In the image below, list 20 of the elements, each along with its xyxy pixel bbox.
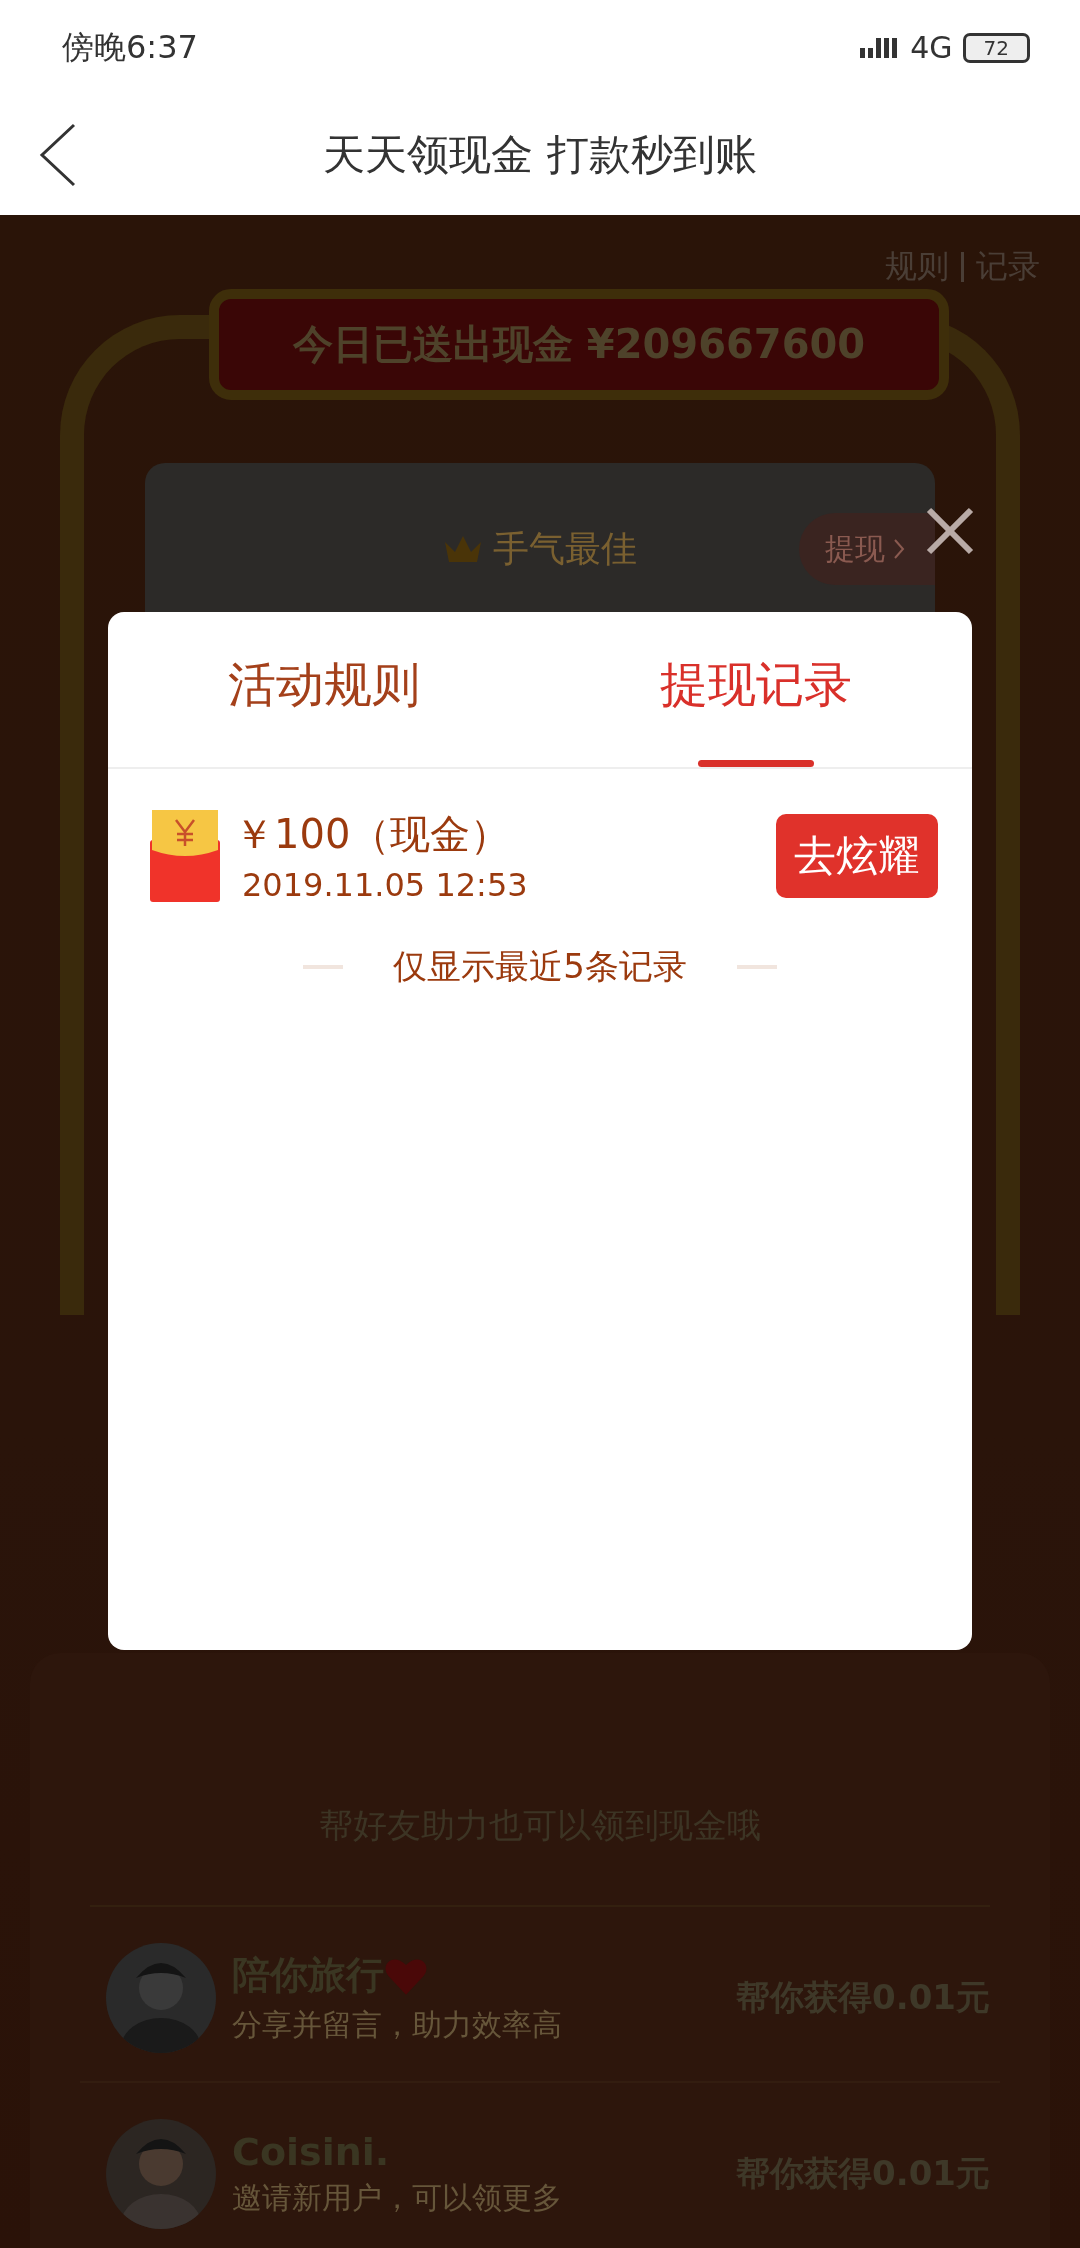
chevron-icon xyxy=(893,538,905,560)
amount-text: ￥100（现金） xyxy=(234,810,512,859)
dialog-tab[interactable]: 活动规则 xyxy=(108,612,540,767)
dialog-tab[interactable]: 提现记录 xyxy=(540,612,972,767)
crown-icon xyxy=(443,534,483,564)
cash-banner: 今日已送出现金 ¥209667600 xyxy=(209,289,949,400)
show-off-button[interactable]: 去炫耀 xyxy=(776,813,938,898)
footnote: 仅显示最近5条记录 xyxy=(393,945,687,988)
card-title: 手气最佳 xyxy=(493,526,637,571)
page-title: 天天领现金 打款秒到账 xyxy=(323,129,757,181)
battery-icon: 72 xyxy=(962,32,1030,63)
friend-note: 邀请新用户，可以领更多 xyxy=(232,2178,563,2217)
clock: 傍晚6:37 xyxy=(62,26,198,68)
network-label: 4G xyxy=(910,30,953,65)
close-icon[interactable] xyxy=(925,506,975,556)
envelope-icon xyxy=(150,809,220,902)
record-time: 2019.11.05 12:53 xyxy=(241,866,529,904)
friend-note: 分享并留言，助力效率高 xyxy=(232,2006,563,2044)
back-icon[interactable] xyxy=(38,123,78,187)
withdraw-button[interactable]: 提现 xyxy=(799,513,935,585)
